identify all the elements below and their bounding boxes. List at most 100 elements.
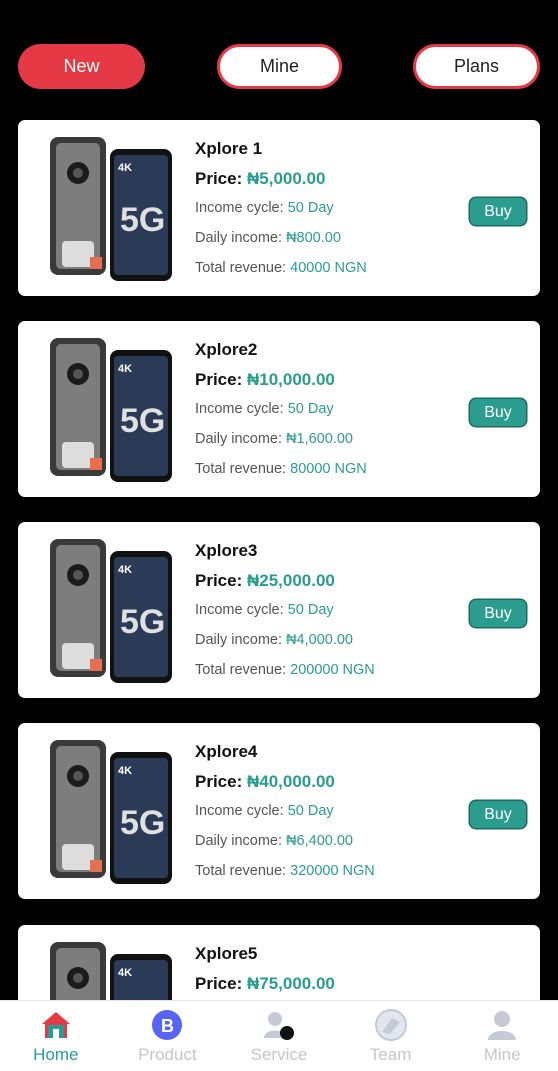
product-info: Xplore2 Price: ₦10,000.00 Income cycle: … <box>195 340 367 482</box>
price-row: Price: ₦10,000.00 <box>195 370 367 392</box>
total-revenue-value: 320000 NGN <box>290 863 375 879</box>
price-row: Price: ₦25,000.00 <box>195 571 375 593</box>
income-cycle-value: 50 Day <box>287 803 334 819</box>
tab-plans[interactable]: Plans <box>413 44 540 89</box>
home-icon <box>41 1012 70 1038</box>
total-revenue-value: 40000 NGN <box>290 260 367 276</box>
nav-product-label: Product <box>138 1045 197 1064</box>
income-cycle-row: Income cycle: 50 Day <box>195 401 367 422</box>
price-label: Price: <box>195 571 243 590</box>
nav-product[interactable]: B Product <box>112 1001 224 1071</box>
price-label: Price: <box>195 772 243 791</box>
total-revenue-row: Total revenue: 200000 NGN <box>195 662 375 683</box>
nav-team[interactable]: Team <box>335 1001 447 1071</box>
price-value: ₦40,000.00 <box>246 772 335 791</box>
daily-income-label: Daily income: <box>195 431 283 447</box>
buy-button[interactable]: Buy <box>470 600 526 627</box>
product-info: Xplore3 Price: ₦25,000.00 Income cycle: … <box>195 541 375 683</box>
daily-income-label: Daily income: <box>195 230 283 246</box>
income-cycle-row: Income cycle: 50 Day <box>195 200 367 221</box>
tab-mine[interactable]: Mine <box>217 44 342 89</box>
team-icon <box>374 1009 407 1041</box>
product-name: Xplore3 <box>195 541 258 560</box>
income-cycle-value: 50 Day <box>287 602 334 618</box>
income-cycle-label: Income cycle: <box>195 401 284 417</box>
buy-button[interactable]: Buy <box>470 198 526 225</box>
total-revenue-label: Total revenue: <box>195 863 287 879</box>
svg-text:4K: 4K <box>118 564 132 576</box>
product-image: 4K 5G <box>50 338 172 482</box>
price-label: Price: <box>195 370 243 389</box>
daily-income-row: Daily income: ₦800.00 <box>195 230 367 251</box>
product-card: 4K 5G Xplore2 Price: ₦10,000.00 Income c… <box>18 321 540 497</box>
total-revenue-label: Total revenue: <box>195 260 287 276</box>
income-cycle-row: Income cycle: 50 Day <box>195 803 375 824</box>
total-revenue-value: 200000 NGN <box>290 662 375 678</box>
daily-income-label: Daily income: <box>195 833 283 849</box>
product-card: 4K 5G Xplore 1 Price: ₦5,000.00 Income c… <box>18 120 540 296</box>
total-revenue-row: Total revenue: 320000 NGN <box>195 863 375 884</box>
nav-mine[interactable]: Mine <box>446 1001 558 1071</box>
daily-income-row: Daily income: ₦6,400.00 <box>195 833 375 854</box>
income-cycle-label: Income cycle: <box>195 200 284 216</box>
price-row: Price: ₦75,000.00 <box>195 974 335 996</box>
buy-button[interactable]: Buy <box>470 399 526 426</box>
price-value: ₦25,000.00 <box>246 571 335 590</box>
product-info: Xplore 1 Price: ₦5,000.00 Income cycle: … <box>195 139 367 281</box>
daily-income-label: Daily income: <box>195 632 283 648</box>
product-card: 4K 5G Xplore3 Price: ₦25,000.00 Income c… <box>18 522 540 698</box>
nav-home-label: Home <box>33 1045 79 1064</box>
nav-mine-label: Mine <box>483 1045 521 1064</box>
product-name: Xplore 1 <box>195 139 263 158</box>
price-label: Price: <box>195 169 243 188</box>
svg-text:5G: 5G <box>120 804 165 842</box>
product-image: 4K 5G <box>50 740 172 884</box>
nav-service[interactable]: Service <box>223 1001 335 1071</box>
svg-text:B: B <box>161 1016 174 1036</box>
nav-team-label: Team <box>369 1045 412 1064</box>
income-cycle-value: 50 Day <box>287 401 334 417</box>
product-name: Xplore4 <box>195 742 258 761</box>
product-info: Xplore4 Price: ₦40,000.00 Income cycle: … <box>195 742 375 884</box>
total-revenue-row: Total revenue: 80000 NGN <box>195 461 367 482</box>
svg-text:5G: 5G <box>120 402 165 440</box>
total-revenue-label: Total revenue: <box>195 461 287 477</box>
bottom-nav: Home B Product Service Team Mine <box>0 1000 558 1071</box>
nav-service-label: Service <box>250 1045 308 1064</box>
price-row: Price: ₦40,000.00 <box>195 772 375 794</box>
nav-home[interactable]: Home <box>0 1001 112 1071</box>
daily-income-value: ₦1,600.00 <box>286 431 353 447</box>
svg-text:4K: 4K <box>118 765 132 777</box>
price-value: ₦10,000.00 <box>246 370 335 389</box>
service-icon <box>263 1012 294 1040</box>
income-cycle-value: 50 Day <box>287 200 334 216</box>
product-icon: B <box>152 1010 183 1040</box>
daily-income-value: ₦800.00 <box>286 230 341 246</box>
total-revenue-label: Total revenue: <box>195 662 287 678</box>
product-info: Xplore5 Price: ₦75,000.00 <box>195 944 335 996</box>
product-name: Xplore2 <box>195 340 258 359</box>
svg-text:4K: 4K <box>118 363 132 375</box>
svg-text:4K: 4K <box>118 967 132 979</box>
user-icon <box>488 1011 517 1040</box>
income-cycle-row: Income cycle: 50 Day <box>195 602 375 623</box>
price-value: ₦75,000.00 <box>246 974 335 993</box>
total-revenue-value: 80000 NGN <box>290 461 367 477</box>
product-image: 4K 5G <box>50 539 172 683</box>
price-row: Price: ₦5,000.00 <box>195 169 367 191</box>
tab-new[interactable]: New <box>18 44 145 89</box>
product-card: 4K 5G Xplore4 Price: ₦40,000.00 Income c… <box>18 723 540 899</box>
buy-button[interactable]: Buy <box>470 801 526 828</box>
product-image: 4K 5G <box>50 137 172 281</box>
daily-income-row: Daily income: ₦4,000.00 <box>195 632 375 653</box>
product-name: Xplore5 <box>195 944 258 963</box>
price-label: Price: <box>195 974 243 993</box>
income-cycle-label: Income cycle: <box>195 602 284 618</box>
daily-income-row: Daily income: ₦1,600.00 <box>195 431 367 452</box>
daily-income-value: ₦4,000.00 <box>286 632 353 648</box>
income-cycle-label: Income cycle: <box>195 803 284 819</box>
svg-text:5G: 5G <box>120 603 165 641</box>
total-revenue-row: Total revenue: 40000 NGN <box>195 260 367 281</box>
daily-income-value: ₦6,400.00 <box>286 833 353 849</box>
price-value: ₦5,000.00 <box>246 169 326 188</box>
